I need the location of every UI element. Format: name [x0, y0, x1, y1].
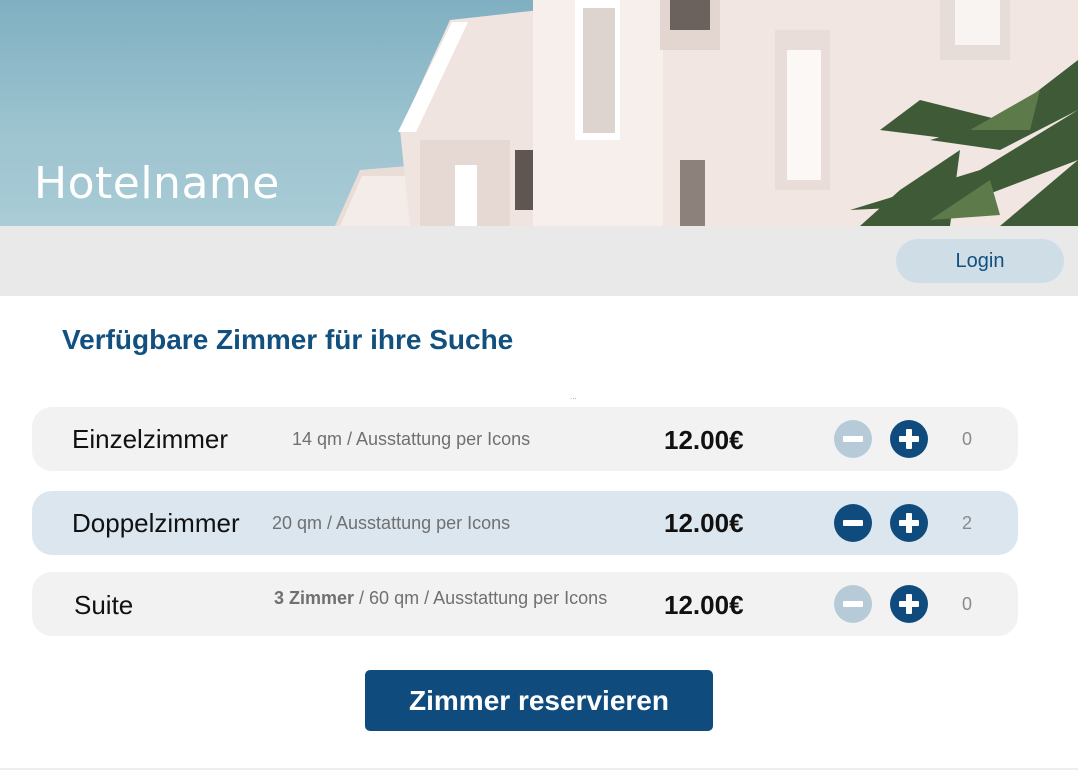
room-price: 12.00€ — [664, 590, 744, 620]
room-description: 20 qm / Ausstattung per Icons — [272, 513, 511, 533]
room-quantity: 0 — [962, 429, 973, 449]
decrement-button[interactable] — [834, 420, 872, 458]
room-price: 12.00€ — [664, 508, 744, 538]
decrement-button[interactable] — [834, 585, 872, 623]
room-quantity: 0 — [962, 594, 973, 614]
ellipsis-mark: ... — [570, 392, 577, 401]
room-price: 12.00€ — [664, 425, 744, 455]
increment-button[interactable] — [890, 420, 928, 458]
room-row-suite: Suite 3 Zimmer / 60 qm / Ausstattung per… — [32, 572, 1018, 636]
reserve-button[interactable]: Zimmer reservieren — [365, 670, 713, 731]
room-row-doppelzimmer: Doppelzimmer 20 qm / Ausstattung per Ico… — [32, 491, 1018, 555]
increment-button[interactable] — [890, 585, 928, 623]
page-title: Verfügbare Zimmer für ihre Suche — [62, 324, 514, 355]
room-row-einzelzimmer: Einzelzimmer 14 qm / Ausstattung per Ico… — [32, 407, 1018, 471]
hotel-name: Hotelname — [34, 158, 280, 209]
increment-button[interactable] — [890, 504, 928, 542]
room-name: Suite — [74, 590, 134, 620]
room-description: 3 Zimmer / 60 qm / Ausstattung per Icons — [274, 588, 608, 608]
room-name: Doppelzimmer — [72, 508, 240, 538]
divider — [0, 768, 1078, 770]
room-description: 14 qm / Ausstattung per Icons — [292, 429, 531, 449]
room-quantity: 2 — [962, 513, 973, 533]
hero-banner: Hotelname — [0, 0, 1078, 226]
decrement-button[interactable] — [834, 504, 872, 542]
room-name: Einzelzimmer — [72, 424, 229, 454]
minus-icon — [843, 601, 863, 607]
minus-icon — [843, 436, 863, 442]
login-button[interactable]: Login — [896, 239, 1064, 283]
minus-icon — [843, 520, 863, 526]
